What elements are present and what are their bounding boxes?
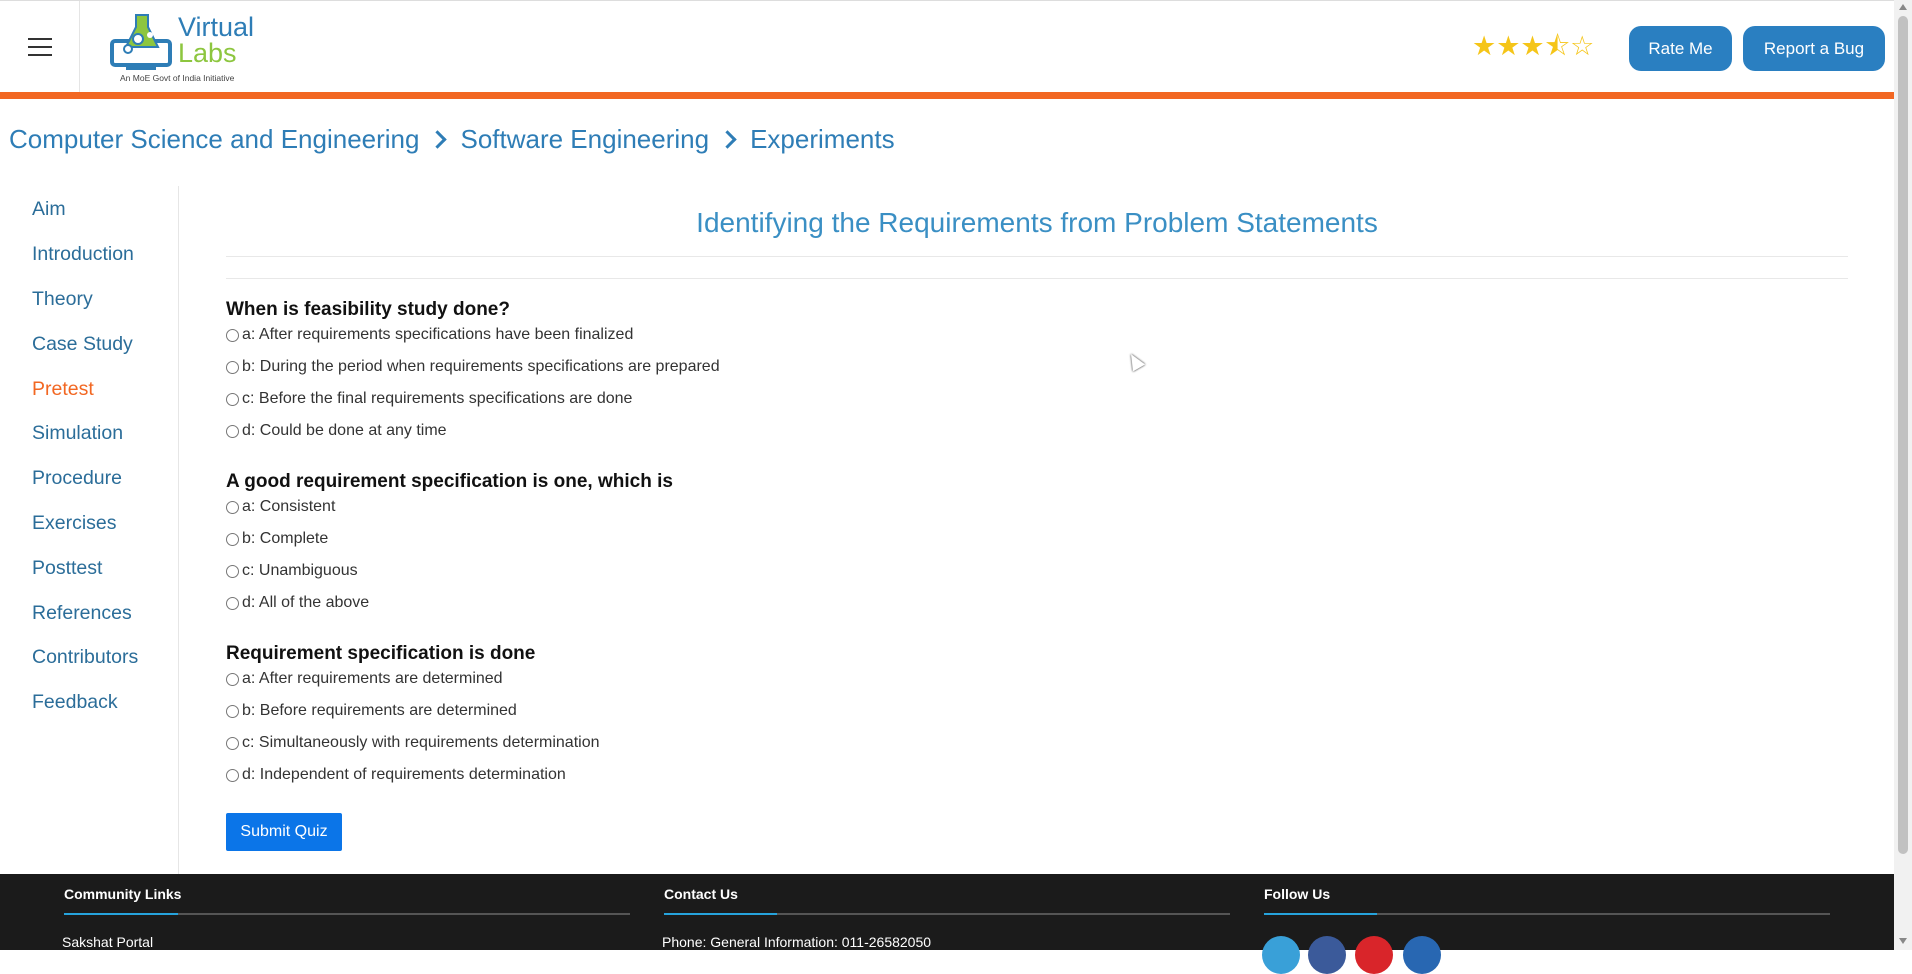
content-divider	[226, 278, 1848, 279]
header-accent-bar	[0, 92, 1894, 99]
radio-button[interactable]	[226, 500, 239, 514]
page-title: Identifying the Requirements from Proble…	[696, 207, 1378, 238]
footer-contact-phone: Phone: General Information: 011-26582050	[662, 934, 932, 950]
footer-divider	[64, 913, 630, 915]
question-2-option-c[interactable]: c: Unambiguous	[226, 562, 358, 580]
sidebar-item-posttest[interactable]: Posttest	[32, 557, 102, 580]
question-1-option-c[interactable]: c: Before the final requirements specifi…	[226, 390, 632, 408]
radio-button[interactable]	[226, 704, 239, 718]
scroll-up-arrow-icon[interactable]	[1899, 4, 1907, 10]
question-1-option-a[interactable]: a: After requirements specifications hav…	[226, 326, 633, 344]
radio-button[interactable]	[226, 392, 239, 406]
radio-button[interactable]	[226, 532, 239, 546]
submit-quiz-button[interactable]: Submit Quiz	[226, 813, 342, 851]
option-label: b: During the period when requirements s…	[242, 358, 720, 375]
radio-button[interactable]	[226, 672, 239, 686]
option-label: c: Simultaneously with requirements dete…	[242, 734, 600, 751]
question-3-option-d[interactable]: d: Independent of requirements determina…	[226, 766, 566, 784]
rating-stars: ★★★⯪☆	[1472, 31, 1595, 61]
breadcrumb-item-lab[interactable]: Software Engineering	[460, 124, 709, 155]
scroll-down-arrow-icon[interactable]	[1899, 938, 1907, 944]
question-1-option-b[interactable]: b: During the period when requirements s…	[226, 358, 720, 376]
footer-divider	[1264, 913, 1830, 915]
option-label: a: Consistent	[242, 498, 336, 515]
chevron-right-icon	[428, 130, 448, 149]
site-footer: Community Links Sakshat Portal Contact U…	[0, 874, 1894, 974]
radio-button[interactable]	[226, 736, 239, 750]
top-navbar: Virtual Labs An MoE Govt of India Initia…	[0, 0, 1894, 93]
radio-button[interactable]	[226, 360, 239, 374]
youtube-icon[interactable]	[1355, 936, 1393, 974]
breadcrumb: Computer Science and Engineering Softwar…	[9, 124, 895, 155]
option-label: a: After requirements specifications hav…	[242, 326, 634, 343]
option-label: a: After requirements are determined	[242, 670, 503, 687]
question-2-option-b[interactable]: b: Complete	[226, 530, 328, 548]
question-2: A good requirement specification is one,…	[226, 471, 673, 492]
mouse-cursor-icon	[1124, 350, 1146, 372]
title-divider	[226, 256, 1848, 257]
option-label: c: Unambiguous	[242, 562, 358, 579]
option-label: c: Before the final requirements specifi…	[242, 390, 633, 407]
sidebar-item-feedback[interactable]: Feedback	[32, 691, 118, 714]
question-2-option-a[interactable]: a: Consistent	[226, 498, 335, 516]
option-label: b: Complete	[242, 530, 329, 547]
logo-tagline: An MoE Govt of India Initiative	[120, 73, 235, 83]
sidebar-item-exercises[interactable]: Exercises	[32, 512, 117, 535]
radio-button[interactable]	[226, 328, 239, 342]
report-bug-button[interactable]: Report a Bug	[1743, 26, 1885, 71]
chevron-right-icon	[718, 130, 737, 149]
virtual-labs-logo[interactable]: Virtual Labs An MoE Govt of India Initia…	[108, 7, 258, 87]
footer-heading-follow: Follow Us	[1264, 886, 1331, 902]
breadcrumb-item-experiments[interactable]: Experiments	[750, 124, 895, 155]
radio-button[interactable]	[226, 564, 239, 578]
hamburger-icon	[27, 38, 52, 56]
footer-heading-community: Community Links	[64, 886, 182, 902]
option-label: d: Could be done at any time	[242, 422, 447, 439]
experiment-sidebar: Aim Introduction Theory Case Study Prete…	[0, 186, 179, 874]
scrollbar-thumb[interactable]	[1898, 16, 1908, 854]
sidebar-item-pretest[interactable]: Pretest	[32, 378, 94, 401]
question-3-option-a[interactable]: a: After requirements are determined	[226, 670, 503, 688]
question-3-option-b[interactable]: b: Before requirements are determined	[226, 702, 517, 720]
sidebar-item-procedure[interactable]: Procedure	[32, 467, 122, 490]
option-label: b: Before requirements are determined	[242, 702, 517, 719]
option-label: d: All of the above	[242, 594, 370, 611]
hamburger-menu-button[interactable]	[0, 1, 80, 93]
logo-text-labs: Labs	[178, 38, 237, 68]
option-label: d: Independent of requirements determina…	[242, 766, 566, 783]
sidebar-item-simulation[interactable]: Simulation	[32, 422, 123, 445]
rate-me-button[interactable]: Rate Me	[1629, 26, 1732, 71]
footer-divider	[664, 913, 1230, 915]
twitter-icon[interactable]	[1262, 936, 1300, 974]
sidebar-item-aim[interactable]: Aim	[32, 198, 66, 221]
question-1-option-d[interactable]: d: Could be done at any time	[226, 422, 447, 440]
linkedin-icon[interactable]	[1403, 936, 1441, 974]
radio-button[interactable]	[226, 596, 239, 610]
question-3: Requirement specification is done	[226, 643, 536, 664]
breadcrumb-item-department[interactable]: Computer Science and Engineering	[9, 124, 419, 155]
logo-text-virtual: Virtual	[178, 12, 255, 42]
sidebar-item-case-study[interactable]: Case Study	[32, 333, 133, 356]
question-3-option-c[interactable]: c: Simultaneously with requirements dete…	[226, 734, 600, 752]
sidebar-item-references[interactable]: References	[32, 602, 132, 625]
sidebar-item-introduction[interactable]: Introduction	[32, 243, 134, 266]
flask-logo-icon	[110, 14, 172, 70]
footer-heading-contact: Contact Us	[664, 886, 738, 902]
question-1: When is feasibility study done?	[226, 299, 510, 320]
question-2-option-d[interactable]: d: All of the above	[226, 594, 369, 612]
sidebar-item-theory[interactable]: Theory	[32, 288, 93, 311]
footer-link-sakshat[interactable]: Sakshat Portal	[62, 934, 153, 950]
radio-button[interactable]	[226, 424, 239, 438]
sidebar-item-contributors[interactable]: Contributors	[32, 646, 138, 669]
radio-button[interactable]	[226, 768, 239, 782]
facebook-icon[interactable]	[1308, 936, 1346, 974]
page-scrollbar[interactable]	[1894, 0, 1912, 950]
